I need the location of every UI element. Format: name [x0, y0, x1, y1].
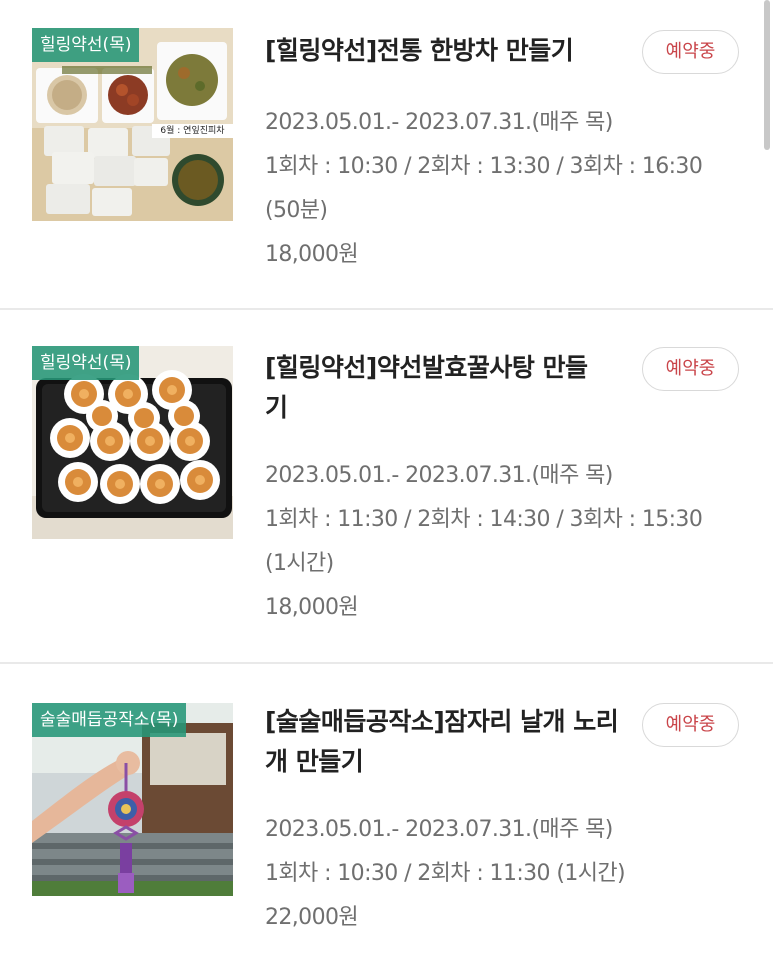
program-meta: 2023.05.01.- 2023.07.31.(매주 목) 1회차 : 11:… [265, 454, 705, 630]
program-title[interactable]: [힐링약선]약선발효꿀사탕 만들기 [265, 348, 595, 428]
reservation-status-button[interactable]: 예약중 [642, 347, 739, 391]
category-tag: 술술매듭공작소(목) [32, 703, 187, 737]
program-price: 18,000원 [265, 242, 359, 267]
program-thumbnail[interactable]: 술술매듭공작소(목) [32, 703, 233, 896]
category-tag: 힐링약선(목) [32, 346, 140, 380]
divider [0, 662, 773, 664]
program-meta: 2023.05.01.- 2023.07.31.(매주 목) 1회차 : 10:… [265, 808, 705, 940]
program-title[interactable]: [힐링약선]전통 한방차 만들기 [265, 31, 625, 71]
image-caption: 6월 : 연잎진피차 [160, 126, 225, 136]
program-title[interactable]: [술술매듭공작소]잠자리 날개 노리개 만들기 [265, 702, 625, 782]
program-thumbnail[interactable]: 힐링약선(목) [32, 346, 233, 539]
program-meta: 2023.05.01.- 2023.07.31.(매주 목) 1회차 : 10:… [265, 101, 705, 277]
program-schedule: 1회차 : 10:30 / 2회차 : 13:30 / 3회차 : 16:30 … [265, 154, 709, 223]
program-price: 18,000원 [265, 595, 359, 620]
program-schedule: 1회차 : 11:30 / 2회차 : 14:30 / 3회차 : 15:30 … [265, 507, 709, 576]
program-period: 2023.05.01.- 2023.07.31.(매주 목) [265, 817, 613, 842]
program-schedule: 1회차 : 10:30 / 2회차 : 11:30 (1시간) [265, 861, 626, 886]
program-period: 2023.05.01.- 2023.07.31.(매주 목) [265, 110, 613, 135]
program-thumbnail[interactable]: 6월 : 연잎진피차 힐링약선(목) [32, 28, 233, 221]
category-tag: 힐링약선(목) [32, 28, 140, 62]
program-period: 2023.05.01.- 2023.07.31.(매주 목) [265, 463, 613, 488]
divider [0, 308, 773, 310]
reservation-status-button[interactable]: 예약중 [642, 703, 739, 747]
reservation-status-button[interactable]: 예약중 [642, 30, 739, 74]
scrollbar[interactable] [764, 0, 770, 150]
program-price: 22,000원 [265, 905, 359, 930]
